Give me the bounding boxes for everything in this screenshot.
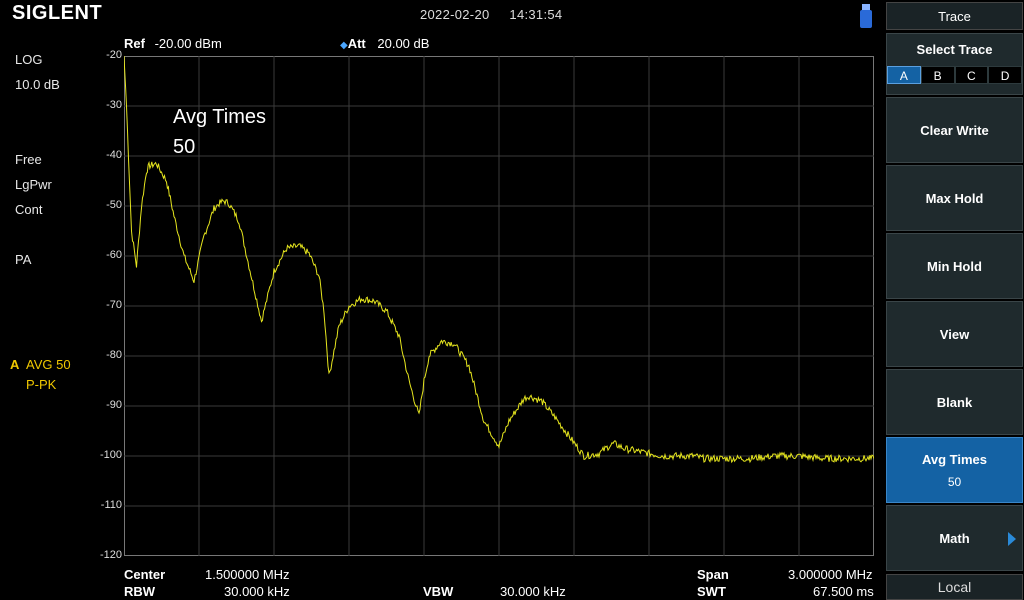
swt[interactable]: SWT xyxy=(697,584,726,599)
rbw-value: 30.000 kHz xyxy=(224,584,290,599)
view-label: View xyxy=(939,326,970,342)
max-hold-button[interactable]: Max Hold xyxy=(886,165,1023,231)
avg-times-overlay-value: 50 xyxy=(173,136,196,158)
datetime: 2022-02-20 14:31:54 xyxy=(420,7,562,22)
ref-value: -20.00 dBm xyxy=(154,36,222,51)
clear-write-button[interactable]: Clear Write xyxy=(886,97,1023,163)
menu-title: Trace xyxy=(886,2,1023,30)
avg-times-label: Avg Times xyxy=(921,451,988,467)
span-label: Span xyxy=(697,567,729,582)
min-hold-label: Min Hold xyxy=(927,258,982,274)
trace-detector: P-PK xyxy=(26,377,57,392)
detector-type: LgPwr xyxy=(15,177,52,192)
y-tick-label: -100 xyxy=(99,449,122,461)
rbw[interactable]: RBW xyxy=(124,584,155,599)
ref-level[interactable]: Ref -20.00 dBm xyxy=(124,36,222,51)
span-value: 3.000000 MHz xyxy=(788,567,873,582)
time-text: 14:31:54 xyxy=(509,7,563,22)
trace-option-b[interactable]: B xyxy=(920,66,955,84)
sweep-mode: Cont xyxy=(15,202,43,217)
math-button[interactable]: Math xyxy=(886,505,1023,571)
date-text: 2022-02-20 xyxy=(420,7,490,22)
att-label: Att xyxy=(347,36,366,51)
scale-div: 10.0 dB xyxy=(15,77,60,92)
swt-value: 67.500 ms xyxy=(813,584,874,599)
span[interactable]: Span xyxy=(697,567,729,582)
math-label: Math xyxy=(939,530,970,546)
center-value: 1.500000 MHz xyxy=(205,567,290,582)
clear-write-label: Clear Write xyxy=(920,122,989,138)
siglent-logo: SIGLENT xyxy=(12,2,103,24)
trace-selector[interactable]: A B C D xyxy=(887,66,1022,84)
y-tick-label: -110 xyxy=(100,499,122,511)
min-hold-button[interactable]: Min Hold xyxy=(886,233,1023,299)
y-tick-label: -120 xyxy=(99,549,122,561)
scale-type: LOG xyxy=(15,52,43,67)
swt-label: SWT xyxy=(697,584,726,599)
submenu-arrow-icon xyxy=(1008,532,1016,546)
trigger-mode: Free xyxy=(15,152,42,167)
local-button[interactable]: Local xyxy=(886,574,1023,600)
select-trace-label: Select Trace xyxy=(916,42,993,57)
trace-option-a[interactable]: A xyxy=(887,66,921,84)
avg-times-value: 50 xyxy=(947,474,962,489)
vbw[interactable]: VBW xyxy=(423,584,453,599)
vbw-label: VBW xyxy=(423,584,454,599)
center-freq[interactable]: Center xyxy=(124,567,165,582)
y-tick-label: -70 xyxy=(106,299,122,311)
trace-option-d[interactable]: D xyxy=(988,66,1022,84)
y-tick-label: -20 xyxy=(106,49,122,61)
att-marker-icon: ◆ xyxy=(340,40,348,51)
att-value: 20.00 dB xyxy=(377,36,430,51)
center-label: Center xyxy=(124,567,166,582)
attenuation[interactable]: ◆Att 20.00 dB xyxy=(340,36,429,51)
trace-letter: A xyxy=(10,357,20,372)
y-tick-label: -90 xyxy=(106,399,122,411)
y-tick-label: -40 xyxy=(106,149,122,161)
blank-button[interactable]: Blank xyxy=(886,369,1023,435)
avg-times-button[interactable]: Avg Times 50 xyxy=(886,437,1023,503)
usb-icon xyxy=(860,4,872,28)
spectrum-plot[interactable] xyxy=(124,56,874,556)
view-button[interactable]: View xyxy=(886,301,1023,367)
rbw-label: RBW xyxy=(124,584,156,599)
blank-label: Blank xyxy=(936,394,973,410)
trace-mode: AVG 50 xyxy=(26,357,71,372)
y-tick-label: -60 xyxy=(106,249,122,261)
max-hold-label: Max Hold xyxy=(925,190,984,206)
y-tick-label: -80 xyxy=(106,349,122,361)
vbw-value: 30.000 kHz xyxy=(500,584,566,599)
y-tick-label: -50 xyxy=(106,199,122,211)
preamp-status: PA xyxy=(15,252,32,267)
ref-label: Ref xyxy=(124,36,145,51)
y-tick-label: -30 xyxy=(106,99,122,111)
trace-option-c[interactable]: C xyxy=(954,66,989,84)
select-trace-key[interactable]: Select Trace A B C D xyxy=(886,33,1023,95)
avg-times-overlay-label: Avg Times xyxy=(173,106,266,128)
